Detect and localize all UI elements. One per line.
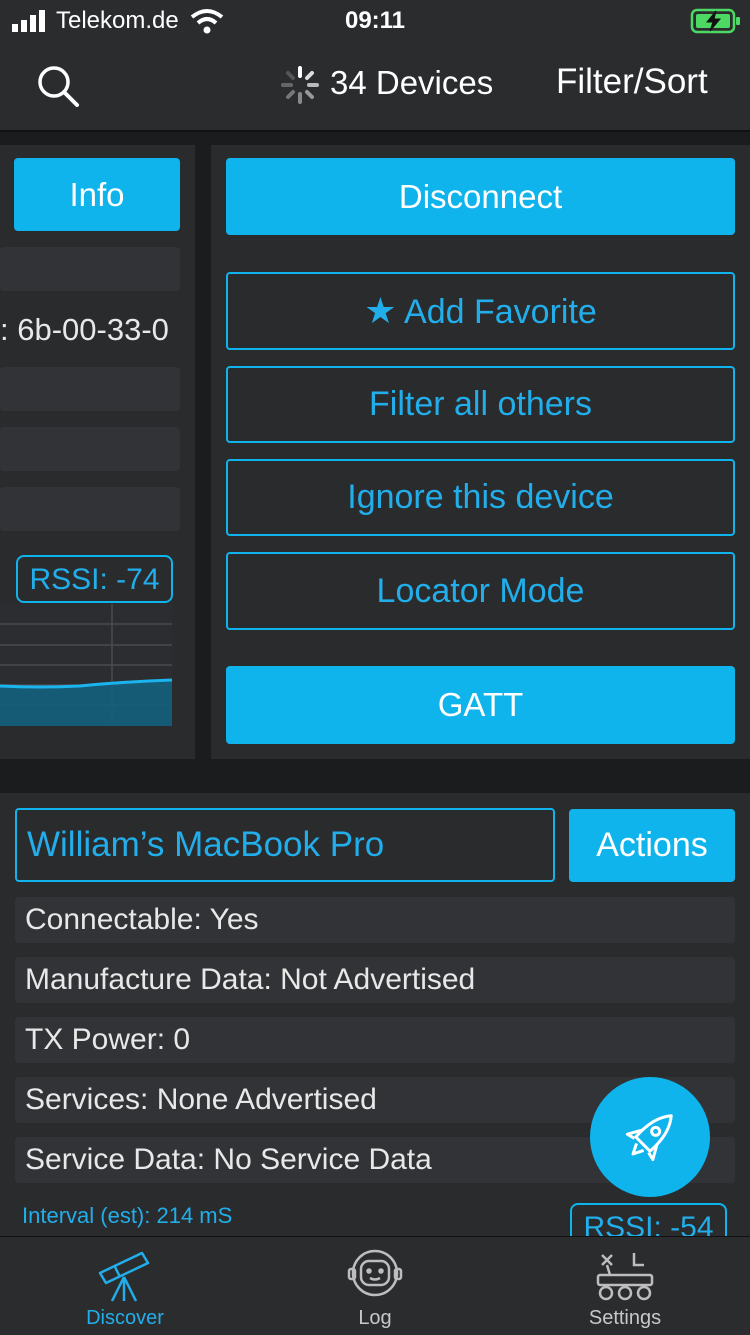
spinner-icon	[281, 66, 319, 104]
rover-icon	[596, 1253, 654, 1301]
gatt-button[interactable]: GATT	[226, 666, 735, 744]
add-favorite-label: Add Favorite	[404, 293, 597, 331]
service-data-text: Service Data: No Service Data	[25, 1143, 432, 1176]
rssi-badge: RSSI: -74	[16, 555, 173, 603]
locator-mode-button[interactable]: Locator Mode	[226, 552, 735, 630]
telescope-icon	[98, 1251, 150, 1302]
add-favorite-button[interactable]: ★ Add Favorite	[226, 272, 735, 350]
rocket-fab[interactable]	[590, 1077, 710, 1197]
tab-log-label: Log	[358, 1307, 392, 1329]
services-text: Services: None Advertised	[25, 1083, 377, 1116]
tx-power-text: TX Power: 0	[25, 1023, 191, 1056]
rssi-badge: RSSI: -54	[570, 1203, 727, 1236]
filter-all-others-button[interactable]: Filter all others	[226, 366, 735, 443]
star-icon: ★	[364, 290, 397, 331]
rssi-graph	[0, 604, 172, 726]
devices-count-title: 34 Devices	[330, 64, 494, 101]
info-row	[0, 247, 180, 291]
actions-button[interactable]: Actions	[569, 809, 735, 882]
rocket-icon	[625, 1114, 673, 1162]
manufacture-data-text: Manufacture Data: Not Advertised	[25, 963, 476, 996]
tab-log[interactable]: Log	[250, 1237, 500, 1334]
tab-settings[interactable]: Settings	[500, 1237, 750, 1334]
tab-discover[interactable]: Discover	[0, 1237, 250, 1334]
info-row	[0, 427, 180, 471]
astronaut-icon	[347, 1249, 403, 1297]
tab-settings-label: Settings	[588, 1307, 662, 1329]
battery-icon	[690, 8, 740, 34]
device-name-field[interactable]: William’s MacBook Pro	[15, 808, 555, 882]
connectable-text: Connectable: Yes	[25, 903, 259, 936]
device-address-partial: : 6b-00-33-0	[0, 312, 169, 347]
search-icon[interactable]	[36, 64, 80, 108]
status-time: 09:11	[344, 7, 406, 34]
ignore-device-button[interactable]: Ignore this device	[226, 459, 735, 536]
info-row	[0, 367, 180, 411]
info-button[interactable]: Info	[14, 158, 180, 231]
interval-label: Interval (est): 214 mS	[22, 1203, 233, 1228]
disconnect-button[interactable]: Disconnect	[226, 158, 735, 235]
filter-sort-button[interactable]: Filter/Sort	[556, 62, 708, 102]
rssi-badge-clip: RSSI: -54	[570, 1203, 727, 1236]
info-row	[0, 487, 180, 531]
tab-discover-label: Discover	[86, 1307, 164, 1329]
